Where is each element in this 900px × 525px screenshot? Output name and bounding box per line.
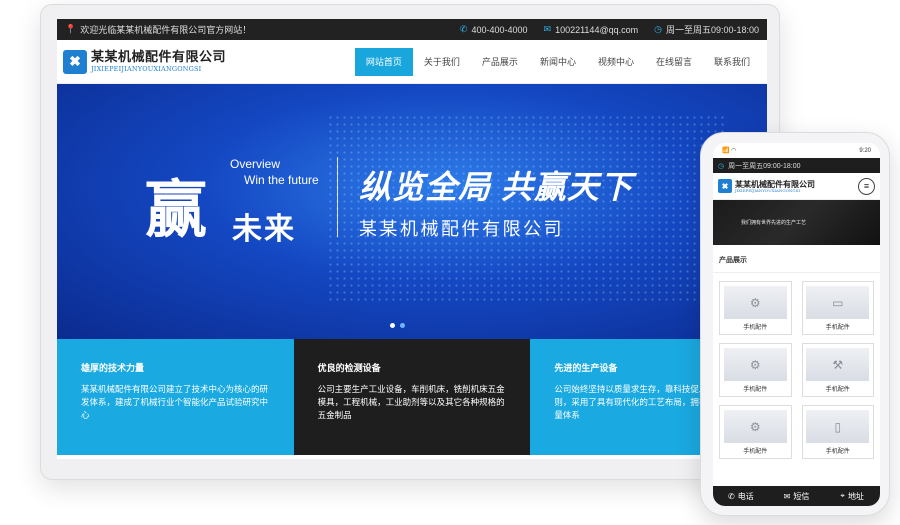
phone-frame: 📶 ◠ 9:20 ◷ 周一至周五09:00-18:00 ✖ 某某机械配件有限公司… — [700, 132, 890, 516]
main-nav: 网站首页 关于我们 产品展示 新闻中心 视频中心 在线留言 联系我们 — [354, 40, 761, 83]
wrench-logo-icon: ✖ — [718, 179, 732, 193]
hero-banner: 赢 未来 Overview Win the future 纵览全局 共赢天下 某… — [57, 84, 767, 339]
phone-banner: 我们拥有世界先进的生产工艺 — [713, 200, 880, 245]
product-label: 手机配件 — [743, 387, 768, 393]
nav-home[interactable]: 网站首页 — [354, 47, 413, 76]
logo-cn-text: 某某机械配件有限公司 — [91, 49, 227, 65]
phone-header: ✖ 某某机械配件有限公司 JIXIEPEIJIANYOUXIANGONGSI ≡ — [713, 173, 880, 200]
carousel-pager — [390, 323, 405, 328]
product-image: ⚙ — [723, 286, 787, 319]
phone-product-grid: ⚙ 手机配件 ▭ 手机配件 ⚙ 手机配件 ⚒ 手机配件 ⚙ 手机配件 ▯ 手机配… — [713, 273, 880, 467]
top-info-bar: 📍 欢迎光临某某机械配件有限公司官方网站！ ✆ 400-400-4000 ✉ 1… — [57, 19, 767, 40]
signal-icon: 📶 ◠ — [722, 148, 737, 154]
hero-big-char: 赢 — [145, 173, 208, 246]
hero-win-future: Win the future — [244, 173, 319, 187]
carousel-dot-2[interactable] — [400, 323, 405, 328]
logo-en-text: JIXIEPEIJIANYOUXIANGONGSI — [91, 64, 202, 73]
nav-news[interactable]: 新闻中心 — [529, 48, 587, 76]
phone-logo-cn: 某某机械配件有限公司 — [735, 178, 815, 189]
phone-hours: 周一至周五09:00-18:00 — [728, 162, 801, 170]
product-image: ⚒ — [806, 348, 870, 381]
product-label: 手机配件 — [825, 387, 850, 393]
site-logo[interactable]: ✖ 某某机械配件有限公司 JIXIEPEIJIANYOUXIANGONGSI — [63, 49, 227, 74]
mail-icon: ✉ — [783, 491, 791, 501]
product-card[interactable]: ⚒ 手机配件 — [801, 343, 874, 397]
footer-sms-button[interactable]: ✉ 短信 — [769, 486, 825, 506]
hero-company: 某某机械配件有限公司 — [359, 219, 564, 239]
mail-icon: ✉ — [543, 24, 552, 34]
product-card[interactable]: ⚙ 手机配件 — [719, 281, 792, 335]
feature-block: 雄厚的技术力量 某某机械配件有限公司建立了技术中心为核心的研发体系，建成了机械行… — [57, 339, 294, 455]
phone-logo-en: JIXIEPEIJIANYOUXIANGONGSI — [735, 187, 800, 193]
product-card[interactable]: ⚙ 手机配件 — [719, 405, 792, 459]
phone-section-title: 产品展示 — [713, 245, 880, 273]
product-image: ⚙ — [723, 410, 787, 443]
product-label: 手机配件 — [825, 325, 850, 331]
phone-screen: 📶 ◠ 9:20 ◷ 周一至周五09:00-18:00 ✖ 某某机械配件有限公司… — [713, 143, 880, 506]
nav-products[interactable]: 产品展示 — [471, 48, 529, 76]
nav-message[interactable]: 在线留言 — [645, 48, 703, 76]
hero-sub-chars: 未来 — [232, 212, 296, 247]
feature-title: 雄厚的技术力量 — [81, 363, 145, 373]
hero-title: 纵览全局 共赢天下 — [359, 169, 633, 205]
site-header: ✖ 某某机械配件有限公司 JIXIEPEIJIANYOUXIANGONGSI 网… — [57, 40, 767, 84]
phone-status-bar: 📶 ◠ 9:20 — [713, 143, 880, 158]
phone-footer-bar: ✆ 电话 ✉ 短信 ⌖ 地址 — [713, 486, 880, 506]
product-image: ⚙ — [723, 348, 787, 381]
welcome-text: 欢迎光临某某机械配件有限公司官方网站！ — [80, 25, 252, 35]
footer-address-button[interactable]: ⌖ 地址 — [824, 486, 880, 506]
clock-icon: ◷ — [654, 24, 662, 34]
feature-title: 优良的检测设备 — [317, 363, 381, 373]
product-card[interactable]: ⚙ 手机配件 — [719, 343, 792, 397]
clock-icon: ◷ — [718, 162, 725, 170]
feature-row: 雄厚的技术力量 某某机械配件有限公司建立了技术中心为核心的研发体系，建成了机械行… — [57, 339, 767, 455]
location-icon: ⌖ — [840, 491, 845, 500]
product-card[interactable]: ▭ 手机配件 — [801, 281, 874, 335]
world-map-dots — [327, 114, 727, 304]
product-label: 手机配件 — [743, 449, 768, 455]
nav-contact[interactable]: 联系我们 — [703, 48, 761, 76]
nav-about[interactable]: 关于我们 — [413, 48, 471, 76]
business-hours: 周一至周五09:00-18:00 — [665, 25, 759, 35]
email-address[interactable]: 100221144@qq.com — [555, 25, 638, 35]
phone-banner-text: 我们拥有世界先进的生产工艺 — [741, 220, 807, 226]
feature-block: 优良的检测设备 公司主要生产工业设备，车削机床，铣削机床五金模具，工程机械，工业… — [293, 339, 531, 455]
hero-overview: Overview — [230, 157, 281, 171]
product-label: 手机配件 — [825, 449, 850, 455]
carousel-dot-1[interactable] — [390, 323, 395, 328]
hero-divider — [337, 157, 338, 237]
location-icon: 📍 — [65, 24, 77, 34]
product-image: ▯ — [806, 410, 870, 443]
desktop-screen: 📍 欢迎光临某某机械配件有限公司官方网站！ ✆ 400-400-4000 ✉ 1… — [57, 19, 767, 459]
menu-icon[interactable]: ≡ — [858, 177, 875, 195]
product-label: 手机配件 — [743, 325, 768, 331]
product-card[interactable]: ▯ 手机配件 — [801, 405, 874, 459]
footer-phone-button[interactable]: ✆ 电话 — [713, 486, 769, 506]
nav-video[interactable]: 视频中心 — [587, 48, 645, 76]
phone-time: 9:20 — [859, 147, 871, 154]
wrench-logo-icon: ✖ — [63, 49, 87, 74]
phone-icon: ✆ — [459, 24, 468, 34]
phone-icon: ✆ — [727, 491, 735, 501]
feature-text: 公司主要生产工业设备，车削机床，铣削机床五金模具，工程机械，工业助剂等以及其它各… — [317, 384, 505, 420]
product-image: ▭ — [806, 286, 870, 319]
phone-hours-bar: ◷ 周一至周五09:00-18:00 — [713, 158, 880, 173]
phone-number[interactable]: 400-400-4000 — [471, 25, 527, 35]
feature-text: 某某机械配件有限公司建立了技术中心为核心的研发体系，建成了机械行业个智能化产品试… — [81, 384, 269, 420]
